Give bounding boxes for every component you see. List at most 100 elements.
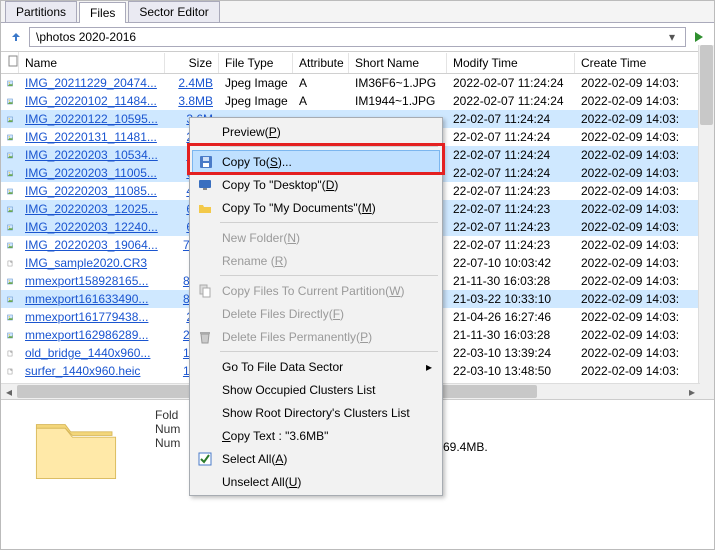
menu-item: Copy Files To Current Partition(W) xyxy=(192,279,440,302)
address-bar: \photos 2020-2016 ▾ xyxy=(1,23,714,52)
menu-separator xyxy=(220,146,438,147)
menu-item[interactable]: Show Root Directory's Clusters List xyxy=(192,401,440,424)
row-icon xyxy=(1,238,19,253)
menu-item[interactable]: Show Occupied Clusters List xyxy=(192,378,440,401)
table-row[interactable]: IMG_20220102_11484...3.8MBJpeg ImageAIM1… xyxy=(1,92,714,110)
row-icon xyxy=(1,166,19,181)
tab-files[interactable]: Files xyxy=(79,2,126,23)
cell-name[interactable]: IMG_20220203_10534... xyxy=(19,147,165,163)
cell-name[interactable]: IMG_20220203_12025... xyxy=(19,201,165,217)
cell-create: 2022-02-09 14:03: xyxy=(575,201,705,217)
go-button[interactable] xyxy=(690,28,708,46)
cell-mod: 22-07-10 10:03:42 xyxy=(447,255,575,271)
cell-create: 2022-02-09 14:03: xyxy=(575,75,705,91)
submenu-arrow-icon: ▸ xyxy=(426,360,432,374)
cell-type: Jpeg Image xyxy=(219,75,293,91)
vertical-scrollbar[interactable] xyxy=(698,45,714,401)
desktop-icon xyxy=(196,176,214,194)
cell-name[interactable]: old_bridge_1440x960... xyxy=(19,345,165,361)
tab-partitions[interactable]: Partitions xyxy=(5,1,77,22)
copy-icon xyxy=(196,282,214,300)
menu-item[interactable]: Go To File Data Sector▸ xyxy=(192,355,440,378)
folder-icon xyxy=(196,199,214,217)
row-icon xyxy=(1,328,19,343)
menu-item[interactable]: Unselect All(U) xyxy=(192,470,440,493)
col-mod[interactable]: Modify Time xyxy=(447,53,575,73)
row-icon xyxy=(1,310,19,325)
scroll-right-icon[interactable]: ▸ xyxy=(684,384,700,399)
cell-name[interactable]: IMG_20220102_11484... xyxy=(19,93,165,109)
row-icon xyxy=(1,112,19,127)
cell-size[interactable]: 2.4MB xyxy=(165,75,219,91)
menu-item[interactable]: Copy Text : "3.6MB" xyxy=(192,424,440,447)
col-size[interactable]: Size xyxy=(165,53,219,73)
menu-item[interactable]: Copy To "Desktop"(D) xyxy=(192,173,440,196)
file-icon xyxy=(7,55,19,67)
path-dropdown-icon[interactable]: ▾ xyxy=(665,30,679,44)
cell-mod: 22-03-10 13:48:50 xyxy=(447,363,575,379)
cell-name[interactable]: IMG_sample2020.CR3 xyxy=(19,255,165,271)
cell-create: 2022-02-09 14:03: xyxy=(575,129,705,145)
cell-create: 2022-02-09 14:03: xyxy=(575,183,705,199)
menu-item[interactable]: Copy To "My Documents"(M) xyxy=(192,196,440,219)
up-button[interactable] xyxy=(7,28,25,46)
cell-create: 2022-02-09 14:03: xyxy=(575,219,705,235)
cell-short: IM36F6~1.JPG xyxy=(349,75,447,91)
grid-header[interactable]: Name Size File Type Attribute Short Name… xyxy=(1,52,714,74)
menu-item[interactable]: Select All(A) xyxy=(192,447,440,470)
cell-mod: 22-02-07 11:24:23 xyxy=(447,201,575,217)
cell-mod: 21-11-30 16:03:28 xyxy=(447,327,575,343)
cell-name[interactable]: IMG_20220203_19064... xyxy=(19,237,165,253)
cell-name[interactable]: IMG_20211229_20474... xyxy=(19,75,165,91)
menu-separator xyxy=(220,351,438,352)
col-create[interactable]: Create Time xyxy=(575,53,705,73)
menu-separator xyxy=(220,222,438,223)
path-field[interactable]: \photos 2020-2016 ▾ xyxy=(29,27,686,47)
cell-name[interactable]: IMG_20220122_10595... xyxy=(19,111,165,127)
context-menu: Preview(P) Copy To(S)...Copy To "Desktop"… xyxy=(189,117,443,496)
col-name[interactable]: Name xyxy=(19,53,165,73)
cell-name[interactable]: surfer_1440x960.heic xyxy=(19,363,165,379)
row-icon xyxy=(1,364,19,379)
table-row[interactable]: IMG_20211229_20474...2.4MBJpeg ImageAIM3… xyxy=(1,74,714,92)
cell-create: 2022-02-09 14:03: xyxy=(575,255,705,271)
footer-meta: Fold Num Num xyxy=(151,400,184,549)
cell-name[interactable]: mmexport158928165... xyxy=(19,273,165,289)
cell-mod: 22-02-07 11:24:24 xyxy=(447,165,575,181)
col-short[interactable]: Short Name xyxy=(349,53,447,73)
cell-mod: 21-11-30 16:03:28 xyxy=(447,273,575,289)
cell-name[interactable]: IMG_20220203_11005... xyxy=(19,165,165,181)
cell-mod: 22-03-10 13:39:24 xyxy=(447,345,575,361)
row-icon xyxy=(1,184,19,199)
menu-item[interactable]: Copy To(S)... xyxy=(192,150,440,173)
cell-name[interactable]: mmexport162986289... xyxy=(19,327,165,343)
col-type[interactable]: File Type xyxy=(219,53,293,73)
cell-size[interactable]: 3.8MB xyxy=(165,93,219,109)
cell-create: 2022-02-09 14:03: xyxy=(575,273,705,289)
cell-mod: 22-02-07 11:24:23 xyxy=(447,219,575,235)
cell-attr: A xyxy=(293,75,349,91)
cell-name[interactable]: mmexport161779438... xyxy=(19,309,165,325)
cell-name[interactable]: IMG_20220131_11481... xyxy=(19,129,165,145)
check-icon xyxy=(196,450,214,468)
cell-create: 2022-02-09 14:03: xyxy=(575,147,705,163)
col-attr[interactable]: Attribute xyxy=(293,53,349,73)
menu-separator xyxy=(220,275,438,276)
row-icon xyxy=(1,148,19,163)
cell-create: 2022-02-09 14:03: xyxy=(575,363,705,379)
cell-create: 2022-02-09 14:03: xyxy=(575,165,705,181)
cell-mod: 22-02-07 11:24:24 xyxy=(447,147,575,163)
tab-sector-editor[interactable]: Sector Editor xyxy=(128,1,219,22)
cell-name[interactable]: mmexport161633490... xyxy=(19,291,165,307)
row-icon xyxy=(1,130,19,145)
scroll-thumb[interactable] xyxy=(700,45,713,125)
cell-type: Jpeg Image xyxy=(219,93,293,109)
cell-create: 2022-02-09 14:03: xyxy=(575,309,705,325)
menu-item[interactable]: Preview(P) xyxy=(192,120,440,143)
cell-name[interactable]: IMG_20220203_12240... xyxy=(19,219,165,235)
cell-name[interactable]: IMG_20220203_11085... xyxy=(19,183,165,199)
row-icon xyxy=(1,220,19,235)
scroll-left-icon[interactable]: ◂ xyxy=(1,384,17,399)
menu-item: Rename (R) xyxy=(192,249,440,272)
tab-bar: PartitionsFilesSector Editor xyxy=(1,1,714,23)
